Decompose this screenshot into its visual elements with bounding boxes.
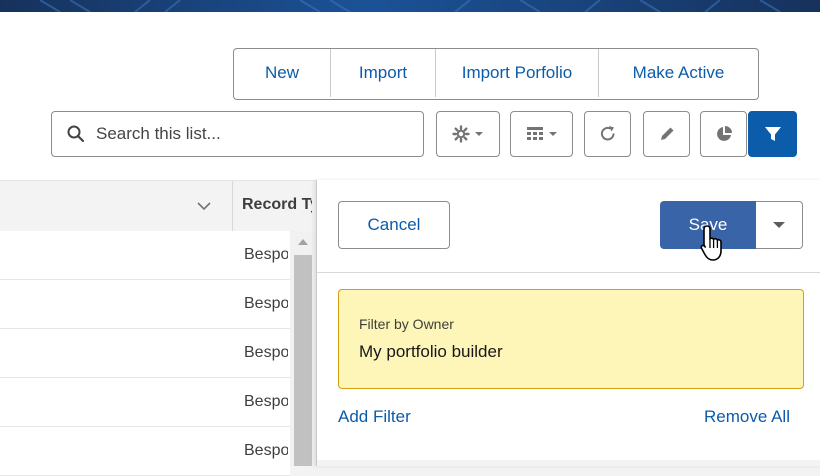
save-options-dropdown[interactable] [756, 201, 803, 249]
list-settings-button[interactable] [436, 111, 500, 157]
gear-icon [452, 125, 470, 143]
caret-down-icon [773, 222, 785, 228]
header-banner [0, 0, 820, 12]
filter-label: Filter by Owner [359, 316, 454, 332]
action-button-group: New Import Import Porfolio Make Active [233, 48, 759, 100]
table-column-header: Record Type [0, 180, 320, 232]
search-box[interactable] [51, 111, 424, 157]
table-scrollbar[interactable] [290, 231, 316, 466]
table-row[interactable]: Bespoke [0, 427, 290, 476]
list-table: Record Type Bespoke Bespoke Bespoke Besp… [0, 180, 320, 476]
scrollbar-thumb[interactable] [294, 255, 312, 466]
refresh-button[interactable] [584, 111, 631, 157]
import-button[interactable]: Import [331, 49, 436, 97]
chevron-down-icon[interactable] [196, 198, 212, 214]
record-type-cell: Bespoke [244, 246, 288, 263]
edit-button[interactable] [643, 111, 690, 157]
pie-chart-icon [716, 126, 732, 141]
new-button[interactable]: New [234, 49, 331, 97]
table-row[interactable]: Bespoke [0, 231, 290, 280]
import-portfolio-button[interactable]: Import Porfolio [436, 49, 599, 97]
record-type-cell: Bespoke [244, 393, 288, 410]
filter-card-owner[interactable]: Filter by Owner My portfolio builder [338, 289, 804, 389]
make-active-button[interactable]: Make Active [599, 49, 758, 97]
record-type-cell: Bespoke [244, 442, 288, 459]
table-icon [526, 127, 543, 140]
pencil-icon [660, 127, 673, 140]
scroll-up-arrow-icon[interactable] [296, 237, 310, 247]
refresh-icon [600, 126, 615, 141]
charts-button[interactable] [700, 111, 747, 157]
table-row[interactable]: Bespoke [0, 378, 290, 427]
display-as-button[interactable] [510, 111, 573, 157]
search-input[interactable] [94, 123, 398, 145]
add-filter-link[interactable]: Add Filter [338, 407, 411, 427]
filter-panel-footer [317, 460, 820, 466]
column-divider [232, 181, 233, 231]
hand-cursor-icon [700, 225, 722, 261]
column-header-record-type[interactable]: Record Type [242, 196, 312, 214]
record-type-cell: Bespoke [244, 295, 288, 312]
filter-value: My portfolio builder [359, 342, 503, 361]
caret-down-icon [548, 132, 557, 136]
banner-pattern [39, 0, 781, 12]
filter-icon [764, 127, 781, 141]
remove-all-link[interactable]: Remove All [704, 407, 790, 427]
filter-button[interactable] [748, 111, 797, 157]
filter-panel: Cancel Save Filter by Owner My portfolio… [316, 180, 820, 466]
record-type-cell: Bespoke [244, 344, 288, 361]
caret-down-icon [475, 132, 483, 136]
search-icon [67, 125, 85, 143]
cancel-button[interactable]: Cancel [338, 201, 450, 249]
filter-panel-body: Filter by Owner My portfolio builder Add… [317, 273, 820, 466]
table-row[interactable]: Bespoke [0, 329, 290, 378]
table-row[interactable]: Bespoke [0, 280, 290, 329]
filter-panel-actions: Cancel Save [317, 180, 820, 273]
